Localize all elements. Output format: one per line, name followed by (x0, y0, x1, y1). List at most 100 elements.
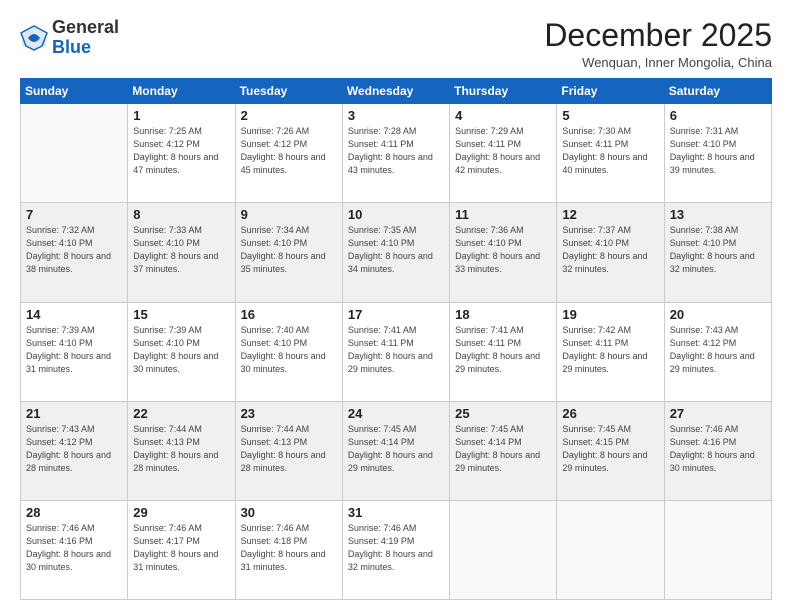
calendar-cell: 12 Sunrise: 7:37 AMSunset: 4:10 PMDayligh… (557, 203, 664, 302)
calendar-cell (450, 500, 557, 599)
weekday-header-sunday: Sunday (21, 79, 128, 104)
day-info: Sunrise: 7:34 AMSunset: 4:10 PMDaylight:… (241, 224, 337, 276)
day-info: Sunrise: 7:43 AMSunset: 4:12 PMDaylight:… (670, 324, 766, 376)
calendar-cell: 27Sunrise: 7:46 AMSunset: 4:16 PMDayligh… (664, 401, 771, 500)
weekday-header-tuesday: Tuesday (235, 79, 342, 104)
calendar-cell: 10 Sunrise: 7:35 AMSunset: 4:10 PMDayligh… (342, 203, 449, 302)
calendar-cell: 17 Sunrise: 7:41 AMSunset: 4:11 PMDayligh… (342, 302, 449, 401)
calendar-cell: 5 Sunrise: 7:30 AMSunset: 4:11 PMDaylight… (557, 104, 664, 203)
week-row-3: 14Sunrise: 7:39 AMSunset: 4:10 PMDayligh… (21, 302, 772, 401)
day-number: 21 (26, 406, 122, 421)
day-info: Sunrise: 7:36 AMSunset: 4:10 PMDaylight:… (455, 224, 551, 276)
calendar-cell: 7Sunrise: 7:32 AMSunset: 4:10 PMDaylight… (21, 203, 128, 302)
day-number: 30 (241, 505, 337, 520)
day-info: Sunrise: 7:46 AMSunset: 4:19 PMDaylight:… (348, 522, 444, 574)
day-info: Sunrise: 7:40 AMSunset: 4:10 PMDaylight:… (241, 324, 337, 376)
calendar-cell: 4Sunrise: 7:29 AMSunset: 4:11 PMDaylight… (450, 104, 557, 203)
day-info: Sunrise: 7:44 AMSunset: 4:13 PMDaylight:… (133, 423, 229, 475)
day-number: 9 (241, 207, 337, 222)
day-number: 28 (26, 505, 122, 520)
calendar-cell: 20Sunrise: 7:43 AMSunset: 4:12 PMDayligh… (664, 302, 771, 401)
day-number: 22 (133, 406, 229, 421)
day-info: Sunrise: 7:26 AMSunset: 4:12 PMDaylight:… (241, 125, 337, 177)
calendar-cell: 1 Sunrise: 7:25 AMSunset: 4:12 PMDaylight… (128, 104, 235, 203)
day-number: 29 (133, 505, 229, 520)
weekday-header-row: SundayMondayTuesdayWednesdayThursdayFrid… (21, 79, 772, 104)
day-info: Sunrise: 7:41 AMSunset: 4:11 PMDaylight:… (455, 324, 551, 376)
day-info: Sunrise: 7:45 AMSunset: 4:14 PMDaylight:… (455, 423, 551, 475)
calendar-cell: 23 Sunrise: 7:44 AMSunset: 4:13 PMDayligh… (235, 401, 342, 500)
day-number: 27 (670, 406, 766, 421)
day-info: Sunrise: 7:32 AMSunset: 4:10 PMDaylight:… (26, 224, 122, 276)
calendar-cell: 11Sunrise: 7:36 AMSunset: 4:10 PMDayligh… (450, 203, 557, 302)
day-number: 31 (348, 505, 444, 520)
calendar-cell: 25 Sunrise: 7:45 AMSunset: 4:14 PMDayligh… (450, 401, 557, 500)
logo: General Blue (20, 18, 119, 58)
day-info: Sunrise: 7:37 AMSunset: 4:10 PMDaylight:… (562, 224, 658, 276)
day-info: Sunrise: 7:35 AMSunset: 4:10 PMDaylight:… (348, 224, 444, 276)
day-info: Sunrise: 7:46 AMSunset: 4:18 PMDaylight:… (241, 522, 337, 574)
calendar-cell: 3Sunrise: 7:28 AMSunset: 4:11 PMDaylight… (342, 104, 449, 203)
calendar-cell: 26 Sunrise: 7:45 AMSunset: 4:15 PMDayligh… (557, 401, 664, 500)
header: General Blue December 2025 Wenquan, Inne… (20, 18, 772, 70)
day-info: Sunrise: 7:46 AMSunset: 4:16 PMDaylight:… (26, 522, 122, 574)
day-info: Sunrise: 7:30 AMSunset: 4:11 PMDaylight:… (562, 125, 658, 177)
day-number: 6 (670, 108, 766, 123)
calendar-cell: 14Sunrise: 7:39 AMSunset: 4:10 PMDayligh… (21, 302, 128, 401)
day-number: 26 (562, 406, 658, 421)
logo-text: General Blue (52, 18, 119, 58)
calendar-cell: 19Sunrise: 7:42 AMSunset: 4:11 PMDayligh… (557, 302, 664, 401)
day-info: Sunrise: 7:29 AMSunset: 4:11 PMDaylight:… (455, 125, 551, 177)
day-info: Sunrise: 7:25 AMSunset: 4:12 PMDaylight:… (133, 125, 229, 177)
day-info: Sunrise: 7:33 AMSunset: 4:10 PMDaylight:… (133, 224, 229, 276)
calendar-cell: 21Sunrise: 7:43 AMSunset: 4:12 PMDayligh… (21, 401, 128, 500)
calendar-cell (557, 500, 664, 599)
calendar-cell: 8 Sunrise: 7:33 AMSunset: 4:10 PMDaylight… (128, 203, 235, 302)
weekday-header-thursday: Thursday (450, 79, 557, 104)
week-row-1: 1 Sunrise: 7:25 AMSunset: 4:12 PMDaylight… (21, 104, 772, 203)
week-row-4: 21Sunrise: 7:43 AMSunset: 4:12 PMDayligh… (21, 401, 772, 500)
logo-general: General (52, 17, 119, 37)
week-row-5: 28 Sunrise: 7:46 AMSunset: 4:16 PMDayligh… (21, 500, 772, 599)
month-title: December 2025 (544, 18, 772, 53)
day-info: Sunrise: 7:39 AMSunset: 4:10 PMDaylight:… (26, 324, 122, 376)
day-info: Sunrise: 7:45 AMSunset: 4:15 PMDaylight:… (562, 423, 658, 475)
weekday-header-saturday: Saturday (664, 79, 771, 104)
day-info: Sunrise: 7:45 AMSunset: 4:14 PMDaylight:… (348, 423, 444, 475)
calendar-cell: 30 Sunrise: 7:46 AMSunset: 4:18 PMDayligh… (235, 500, 342, 599)
day-number: 5 (562, 108, 658, 123)
day-number: 16 (241, 307, 337, 322)
weekday-header-friday: Friday (557, 79, 664, 104)
calendar-cell: 31 Sunrise: 7:46 AMSunset: 4:19 PMDayligh… (342, 500, 449, 599)
title-block: December 2025 Wenquan, Inner Mongolia, C… (544, 18, 772, 70)
day-number: 3 (348, 108, 444, 123)
day-info: Sunrise: 7:44 AMSunset: 4:13 PMDaylight:… (241, 423, 337, 475)
calendar-cell: 16 Sunrise: 7:40 AMSunset: 4:10 PMDayligh… (235, 302, 342, 401)
day-number: 2 (241, 108, 337, 123)
calendar-cell: 24 Sunrise: 7:45 AMSunset: 4:14 PMDayligh… (342, 401, 449, 500)
calendar-cell: 6 Sunrise: 7:31 AMSunset: 4:10 PMDaylight… (664, 104, 771, 203)
day-number: 10 (348, 207, 444, 222)
day-number: 17 (348, 307, 444, 322)
day-info: Sunrise: 7:38 AMSunset: 4:10 PMDaylight:… (670, 224, 766, 276)
calendar-cell: 2 Sunrise: 7:26 AMSunset: 4:12 PMDaylight… (235, 104, 342, 203)
logo-blue: Blue (52, 37, 91, 57)
logo-icon (20, 24, 48, 52)
day-number: 24 (348, 406, 444, 421)
location: Wenquan, Inner Mongolia, China (544, 55, 772, 70)
day-info: Sunrise: 7:39 AMSunset: 4:10 PMDaylight:… (133, 324, 229, 376)
calendar-cell: 29Sunrise: 7:46 AMSunset: 4:17 PMDayligh… (128, 500, 235, 599)
day-info: Sunrise: 7:31 AMSunset: 4:10 PMDaylight:… (670, 125, 766, 177)
day-number: 8 (133, 207, 229, 222)
day-number: 12 (562, 207, 658, 222)
day-number: 13 (670, 207, 766, 222)
day-info: Sunrise: 7:41 AMSunset: 4:11 PMDaylight:… (348, 324, 444, 376)
calendar-cell: 28 Sunrise: 7:46 AMSunset: 4:16 PMDayligh… (21, 500, 128, 599)
day-number: 1 (133, 108, 229, 123)
day-number: 23 (241, 406, 337, 421)
calendar-cell (664, 500, 771, 599)
calendar-cell: 18Sunrise: 7:41 AMSunset: 4:11 PMDayligh… (450, 302, 557, 401)
calendar-cell: 9 Sunrise: 7:34 AMSunset: 4:10 PMDaylight… (235, 203, 342, 302)
weekday-header-monday: Monday (128, 79, 235, 104)
day-number: 25 (455, 406, 551, 421)
